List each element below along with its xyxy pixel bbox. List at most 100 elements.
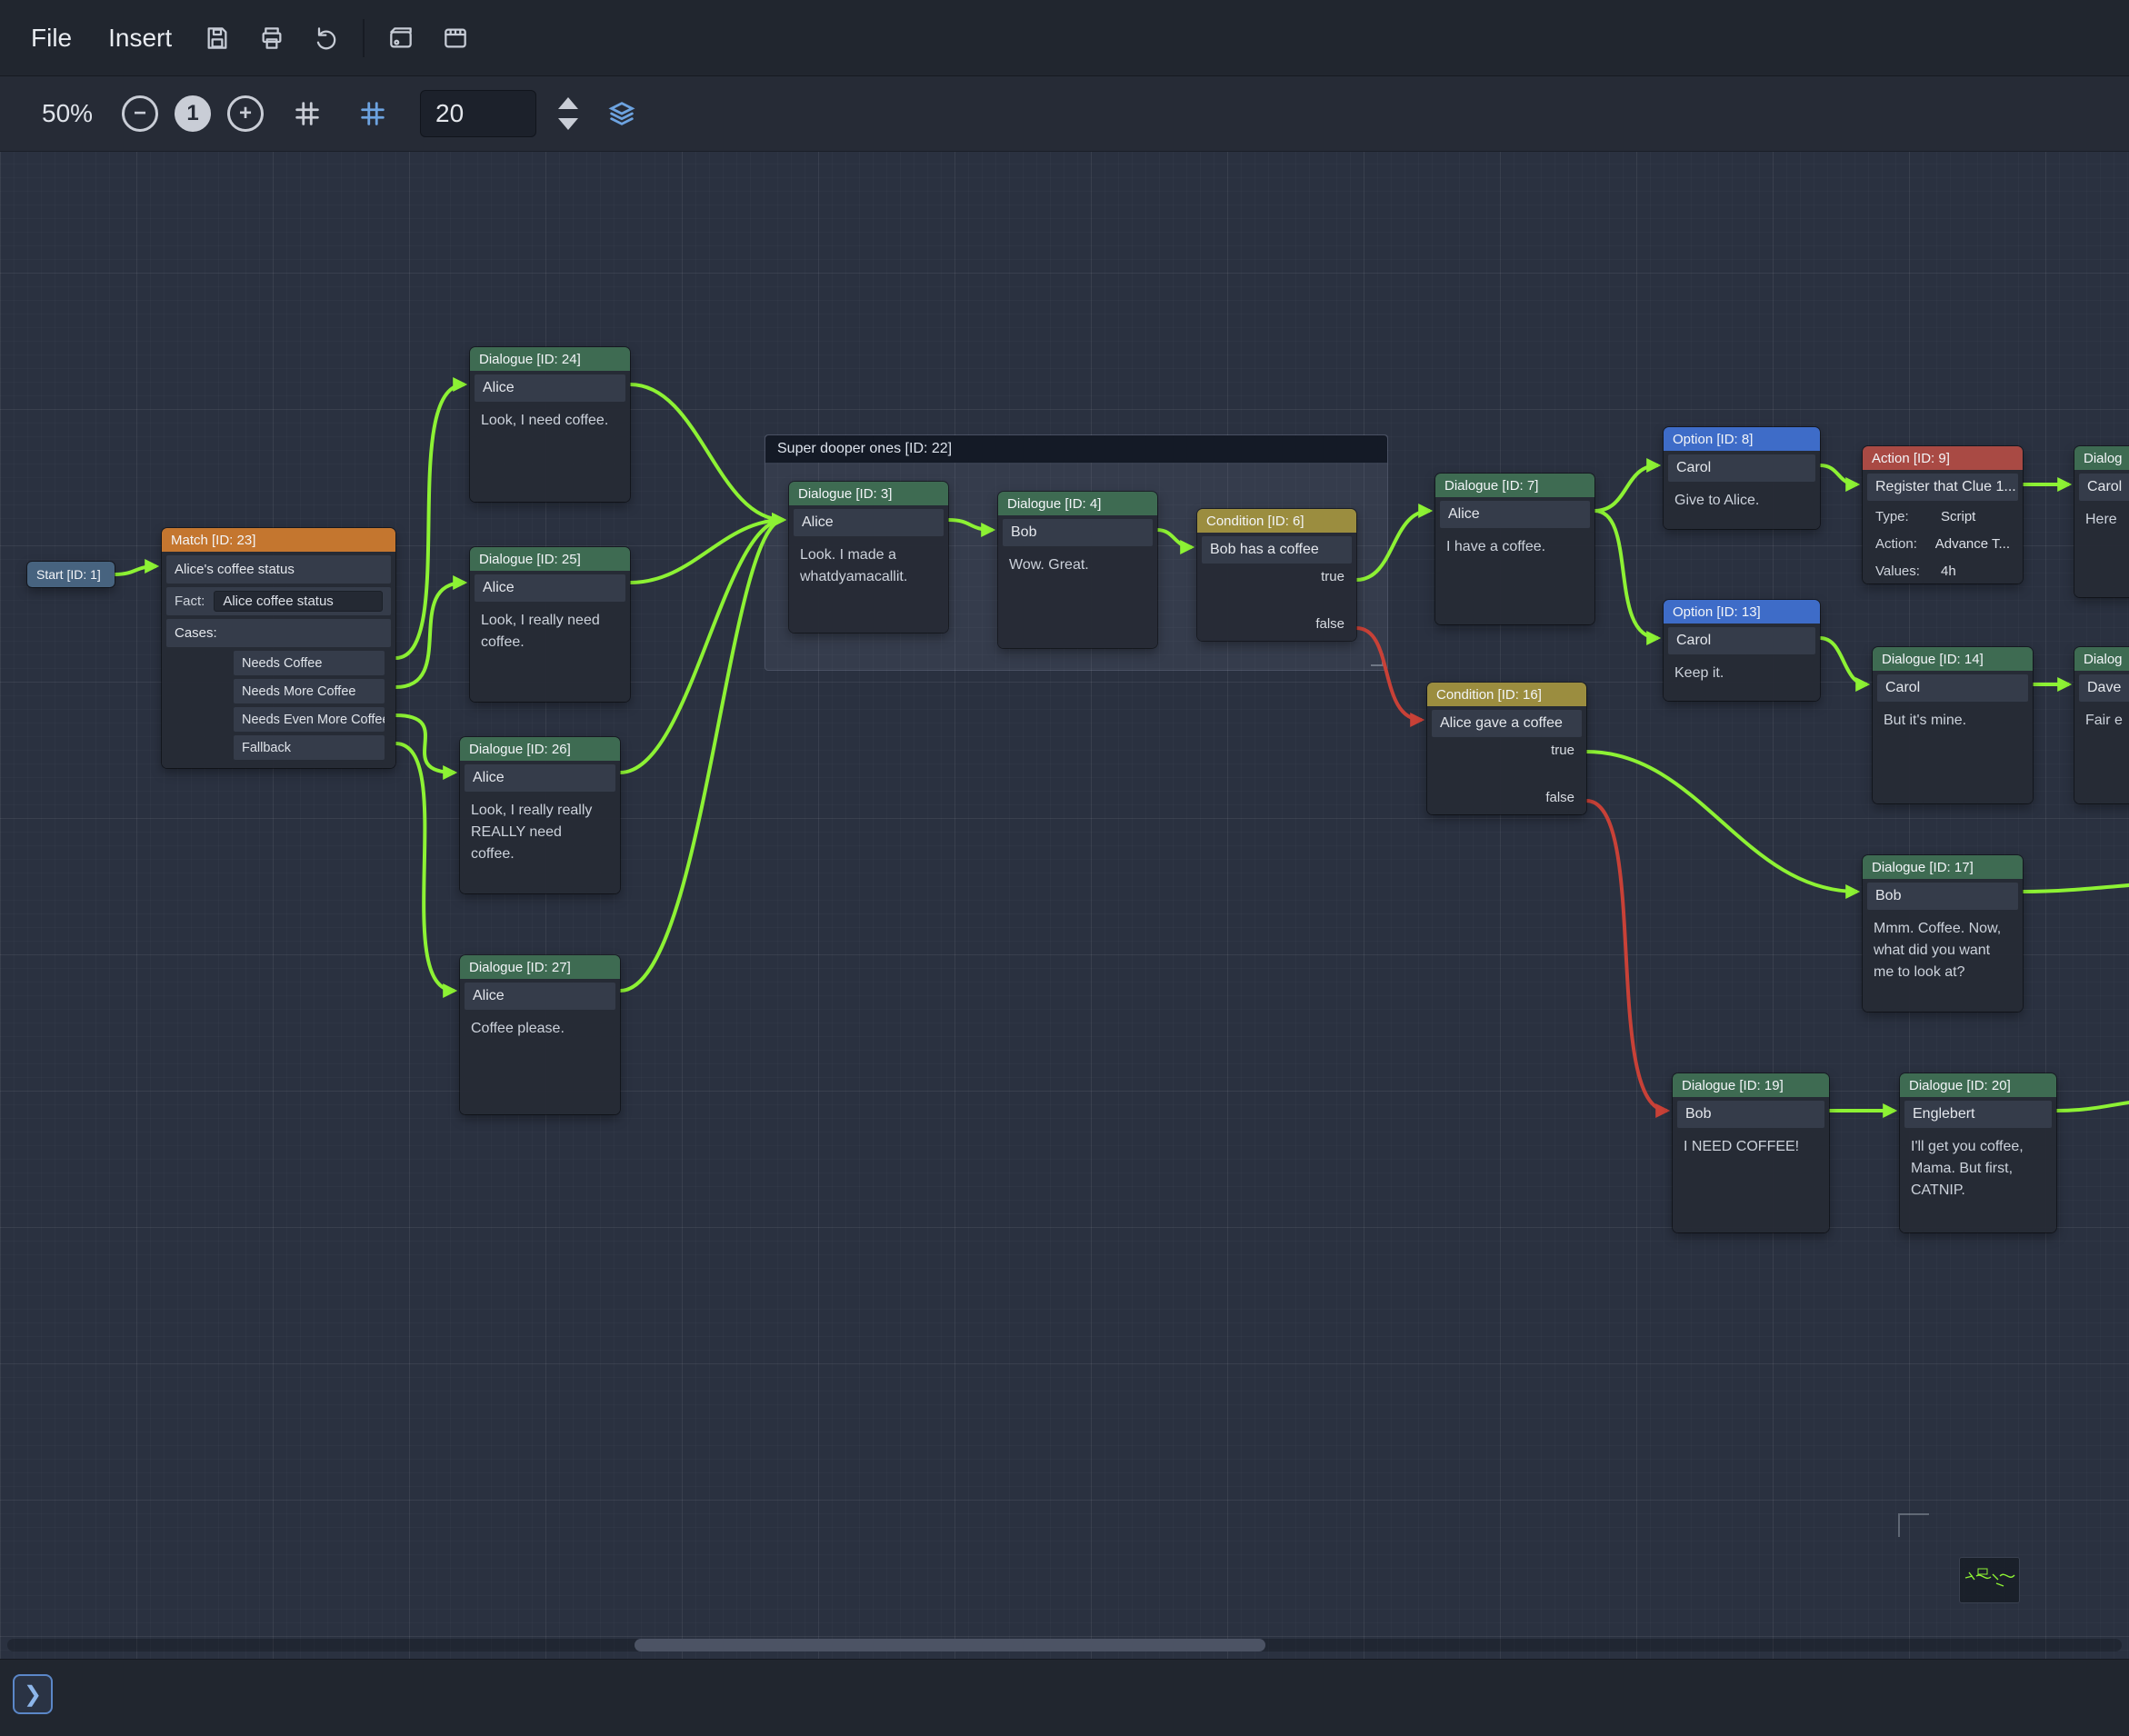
case-row[interactable]: Needs More Coffee [234,679,385,703]
false-output-port[interactable]: false [1197,611,1356,636]
minimap-toggle-button[interactable] [600,92,644,135]
node-dialogue-7[interactable]: Dialogue [ID: 7] Alice I have a coffee. [1435,474,1594,624]
zoom-in-button[interactable]: + [227,95,264,132]
case-row[interactable]: Needs Coffee [234,651,385,675]
character-row: Carol [1668,454,1815,482]
menu-file[interactable]: File [13,11,90,65]
undo-button[interactable] [305,16,348,60]
option-text: Give to Alice. [1664,482,1820,520]
node-header[interactable]: Dialog [2074,647,2129,671]
node-dialogue-clipped-middle[interactable]: Dialog Dave Fair e [2074,647,2129,803]
node-header[interactable]: Option [ID: 8] [1664,427,1820,451]
spinner-down-icon[interactable] [558,118,578,130]
node-dialogue-25[interactable]: Dialogue [ID: 25] Alice Look, I really n… [470,547,630,702]
condition-expression: Bob has a coffee [1202,536,1352,564]
node-header[interactable]: Start [ID: 1] [27,562,115,587]
dialogue-text: Look, I need coffee. [470,402,630,440]
toggle-panel-button[interactable]: ❯ [13,1674,53,1714]
zoom-out-button[interactable]: − [122,95,158,132]
horizontal-scrollbar-thumb[interactable] [635,1639,1265,1651]
character-row: Bob [1867,883,2018,910]
node-header[interactable]: Dialogue [ID: 25] [470,547,630,571]
node-match-23[interactable]: Match [ID: 23] Alice's coffee status Fac… [162,528,395,768]
connection-wire [1594,465,1658,511]
group-title[interactable]: Super dooper ones [ID: 22] [765,435,1387,463]
connection-wire [1586,752,1857,892]
spinner-up-icon[interactable] [558,97,578,109]
snap-toggle-button[interactable] [351,92,395,135]
minimap-toggle-icon [606,98,637,129]
grid-toggle-button[interactable] [285,92,329,135]
node-header[interactable]: Dialogue [ID: 7] [1435,474,1594,497]
node-dialogue-clipped-top[interactable]: Dialog Carol Here [2074,446,2129,597]
graph-canvas[interactable]: Super dooper ones [ID: 22] [0,0,2129,1659]
node-dialogue-17[interactable]: Dialogue [ID: 17] Bob Mmm. Coffee. Now, … [1863,855,2023,1012]
node-header[interactable]: Dialogue [ID: 27] [460,955,620,979]
node-dialogue-4[interactable]: Dialogue [ID: 4] Bob Wow. Great. [998,492,1157,648]
bottom-panel: ❯ [0,1659,2129,1736]
node-header[interactable]: Dialogue [ID: 4] [998,492,1157,515]
node-header[interactable]: Dialogue [ID: 14] [1873,647,2033,671]
node-dialogue-3[interactable]: Dialogue [ID: 3] Alice Look. I made a wh… [789,482,948,633]
grid-size-input[interactable]: 20 [420,90,536,137]
add-dialogue-node-button[interactable] [379,16,423,60]
character-row: Carol [2079,474,2129,501]
minimap[interactable] [1959,1557,2020,1603]
false-output-port[interactable]: false [1427,784,1586,810]
node-dialogue-26[interactable]: Dialogue [ID: 26] Alice Look, I really r… [460,737,620,893]
node-dialogue-24[interactable]: Dialogue [ID: 24] Alice Look, I need cof… [470,347,630,502]
save-button[interactable] [195,16,239,60]
node-header[interactable]: Dialogue [ID: 19] [1673,1073,1829,1097]
node-dialogue-19[interactable]: Dialogue [ID: 19] Bob I NEED COFFEE! [1673,1073,1829,1232]
action-label: Action: [1875,536,1935,552]
dialogue-text: Look. I made a whatdyamacallit. [789,536,948,596]
node-option-13[interactable]: Option [ID: 13] Carol Keep it. [1664,600,1820,701]
node-header[interactable]: Dialogue [ID: 17] [1863,855,2023,879]
node-start-1[interactable]: Start [ID: 1] [27,562,115,587]
horizontal-scrollbar[interactable] [7,1639,2122,1651]
grid-size-spinner [558,97,578,130]
connection-wire [395,583,465,687]
action-values-row: Values: 4h [1867,559,2018,583]
save-icon [203,24,232,53]
node-action-9[interactable]: Action [ID: 9] Register that Clue 1... T… [1863,446,2023,584]
node-dialogue-14[interactable]: Dialogue [ID: 14] Carol But it's mine. [1873,647,2033,803]
node-condition-6[interactable]: Condition [ID: 6] Bob has a coffee true … [1197,509,1356,641]
node-header[interactable]: Option [ID: 13] [1664,600,1820,624]
print-button[interactable] [250,16,294,60]
node-dialogue-27[interactable]: Dialogue [ID: 27] Alice Coffee please. [460,955,620,1114]
dialogue-text: I NEED COFFEE! [1673,1128,1829,1166]
case-row[interactable]: Fallback [234,735,385,760]
node-header[interactable]: Dialogue [ID: 26] [460,737,620,761]
menu-insert[interactable]: Insert [90,11,190,65]
cases-label: Cases: [166,619,391,647]
node-header[interactable]: Condition [ID: 6] [1197,509,1356,533]
node-header[interactable]: Dialog [2074,446,2129,470]
spacer [1197,589,1356,611]
node-header[interactable]: Action [ID: 9] [1863,446,2023,470]
true-output-port[interactable]: true [1197,564,1356,589]
case-row[interactable]: Needs Even More Coffee [234,707,385,732]
dialogue-text: I have a coffee. [1435,528,1594,566]
zoom-reset-icon: 1 [186,101,198,126]
fact-value[interactable]: Alice coffee status [214,591,383,612]
values-value: 4h [1941,564,1956,579]
dialogue-text: I'll get you coffee, Mama. But first, CA… [1900,1128,2056,1210]
node-option-8[interactable]: Option [ID: 8] Carol Give to Alice. [1664,427,1820,529]
condition-expression: Alice gave a coffee [1432,710,1582,737]
node-header[interactable]: Match [ID: 23] [162,528,395,552]
connection-wire-false [1586,801,1667,1111]
node-condition-16[interactable]: Condition [ID: 16] Alice gave a coffee t… [1427,683,1586,814]
node-header[interactable]: Dialogue [ID: 3] [789,482,948,505]
character-row: Dave [2079,674,2129,702]
node-header[interactable]: Condition [ID: 16] [1427,683,1586,706]
node-header[interactable]: Dialogue [ID: 24] [470,347,630,371]
node-dialogue-20[interactable]: Dialogue [ID: 20] Englebert I'll get you… [1900,1073,2056,1232]
zoom-reset-button[interactable]: 1 [175,95,211,132]
character-row: Englebert [1904,1101,2052,1128]
true-output-port[interactable]: true [1427,737,1586,763]
dialogue-text: Mmm. Coffee. Now, what did you want me t… [1863,910,2023,992]
add-frame-node-button[interactable] [434,16,477,60]
node-header[interactable]: Dialogue [ID: 20] [1900,1073,2056,1097]
connection-wire [1594,511,1658,638]
